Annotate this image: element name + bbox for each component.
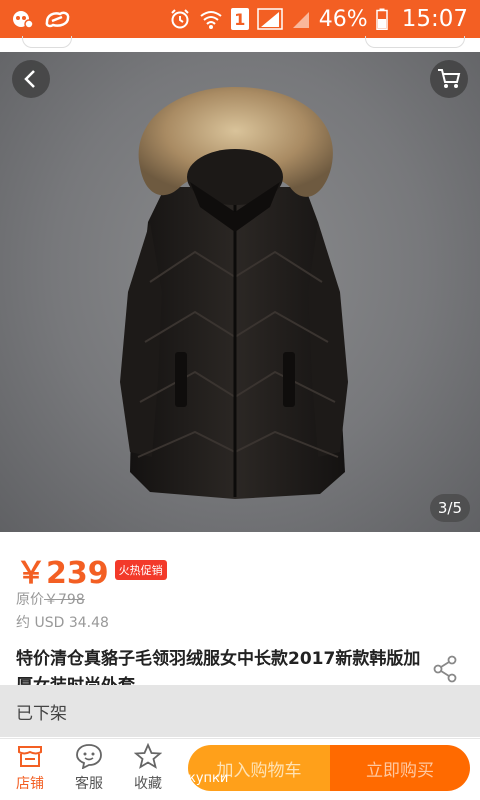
product-page: 1 46% 15:07 3/5 ￥239 火热促销 原价￥798 约 USD 3…: [0, 0, 480, 800]
back-button[interactable]: [12, 60, 50, 98]
promo-tag: 火热促销: [114, 560, 167, 580]
battery-icon: [375, 8, 388, 30]
star-icon: [134, 743, 162, 769]
share-icon: [433, 655, 457, 683]
usd-price: 约 USD 34.48: [16, 615, 109, 631]
share-button[interactable]: [432, 655, 458, 687]
signal-icon: [257, 8, 283, 30]
wifi-icon: [199, 8, 223, 30]
battery-percent: 46%: [318, 6, 368, 32]
strip-pill-right: [365, 36, 465, 48]
original-price: ￥798: [44, 592, 85, 608]
cloud-app-icon: [44, 9, 70, 29]
signal-icon-secondary: [291, 8, 311, 30]
clock: 15:07: [401, 6, 468, 32]
shop-icon: [18, 746, 42, 767]
back-arrow-icon: [24, 70, 35, 88]
favorite-label: 收藏: [134, 776, 162, 792]
alarm-icon: [169, 8, 191, 30]
strip-pill-left: [22, 36, 72, 48]
status-bar: 1 46% 15:07: [0, 0, 480, 38]
down-coat-image: [120, 87, 348, 499]
current-price: ￥239: [16, 556, 109, 591]
shop-button[interactable]: 店铺: [2, 743, 58, 793]
notification-icon: [12, 9, 34, 29]
favorite-button[interactable]: 收藏: [120, 743, 176, 793]
buy-now-button[interactable]: 立即购买: [330, 745, 470, 791]
bottom-action-bar: 店铺 客服 收藏 加入购物车 立即购买: [0, 738, 480, 800]
shopping-cart-icon: [438, 69, 461, 88]
original-price-label: 原价: [16, 592, 44, 608]
delisted-banner: 已下架: [0, 685, 480, 737]
cart-button[interactable]: [430, 60, 468, 98]
original-price-row: 原价￥798: [16, 589, 85, 609]
overlay-text: купки: [188, 771, 229, 786]
shop-label: 店铺: [16, 776, 44, 792]
service-label: 客服: [75, 776, 103, 792]
chat-icon: [76, 744, 102, 769]
sim-badge: 1: [230, 8, 249, 30]
customer-service-button[interactable]: 客服: [61, 743, 117, 793]
product-image-gallery[interactable]: 3/5: [0, 52, 480, 532]
top-strip: [0, 36, 480, 52]
image-counter: 3/5: [429, 494, 470, 522]
price-row: ￥239 火热促销: [16, 548, 167, 592]
